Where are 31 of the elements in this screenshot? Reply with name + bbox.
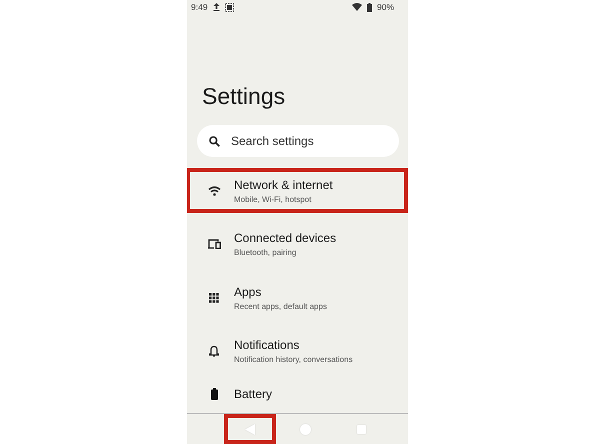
battery-icon	[366, 2, 372, 12]
back-icon	[244, 424, 254, 434]
item-title: Apps	[234, 284, 262, 299]
upload-icon	[212, 3, 220, 11]
screenshot-icon	[224, 2, 234, 12]
settings-item[interactable]: Notifications Notification history, conversations	[187, 328, 408, 374]
page-title: Settings	[202, 82, 286, 110]
home-icon	[300, 424, 311, 434]
settings-item[interactable]: Apps Recent apps, default apps	[187, 275, 408, 320]
search-field[interactable]: Search settings	[197, 125, 399, 157]
recents-icon	[357, 424, 366, 434]
item-subtitle: Bluetooth, pairing	[234, 248, 298, 258]
battery-percentage: 90%	[376, 2, 394, 12]
wifi-icon	[208, 186, 220, 196]
item-subtitle: Mobile, Wi-Fi, hotspot	[234, 194, 312, 204]
apps-icon	[209, 292, 219, 303]
item-title: Network & internet	[234, 178, 333, 192]
item-subtitle: Notification history, conversations	[234, 355, 353, 364]
settings-item[interactable]: Network & internet Mobile, Wi-Fi, hotspot	[187, 168, 408, 214]
item-subtitle: Recent apps, default apps	[234, 302, 327, 311]
nav-button[interactable]	[224, 414, 276, 444]
settings-item[interactable]: Connected devices Bluetooth, pairing	[187, 222, 408, 267]
status-time: 9:49	[191, 2, 208, 12]
item-title: Connected devices	[234, 231, 336, 246]
devices-icon	[208, 239, 220, 250]
item-title: Notifications	[234, 338, 300, 352]
wifi-icon	[352, 3, 362, 11]
settings-item[interactable]: Battery	[187, 382, 408, 404]
battery-icon	[210, 388, 218, 400]
bell-icon	[209, 345, 219, 358]
item-title: Battery	[234, 386, 272, 400]
